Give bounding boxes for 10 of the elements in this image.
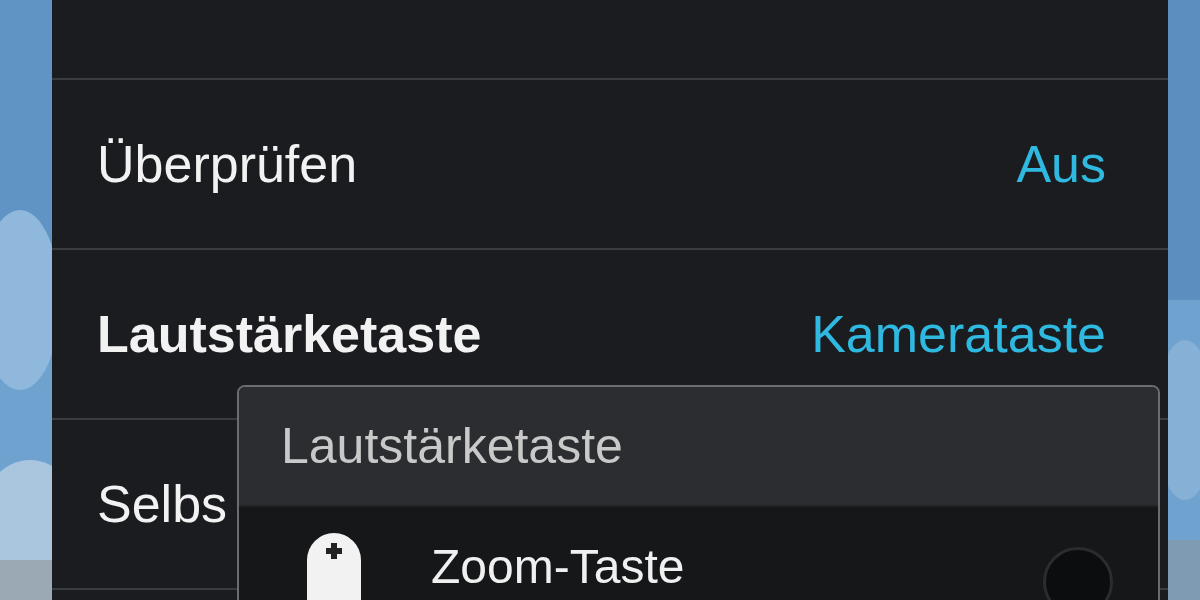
setting-label: Lautstärketaste <box>97 304 482 364</box>
option-label: Zoom-Taste <box>431 541 686 594</box>
setting-label: Selbs <box>97 474 228 534</box>
option-row[interactable]: Zoom-Taste <box>239 507 1158 600</box>
setting-value: Kamerataste <box>811 304 1106 364</box>
setting-label: Überprüfen <box>97 134 358 194</box>
dialog-title: Lautstärketaste <box>281 417 623 475</box>
radio-button[interactable] <box>1043 547 1113 600</box>
setting-value: Aus <box>1016 134 1106 194</box>
settings-row[interactable]: Überprüfen Aus <box>52 80 1168 250</box>
